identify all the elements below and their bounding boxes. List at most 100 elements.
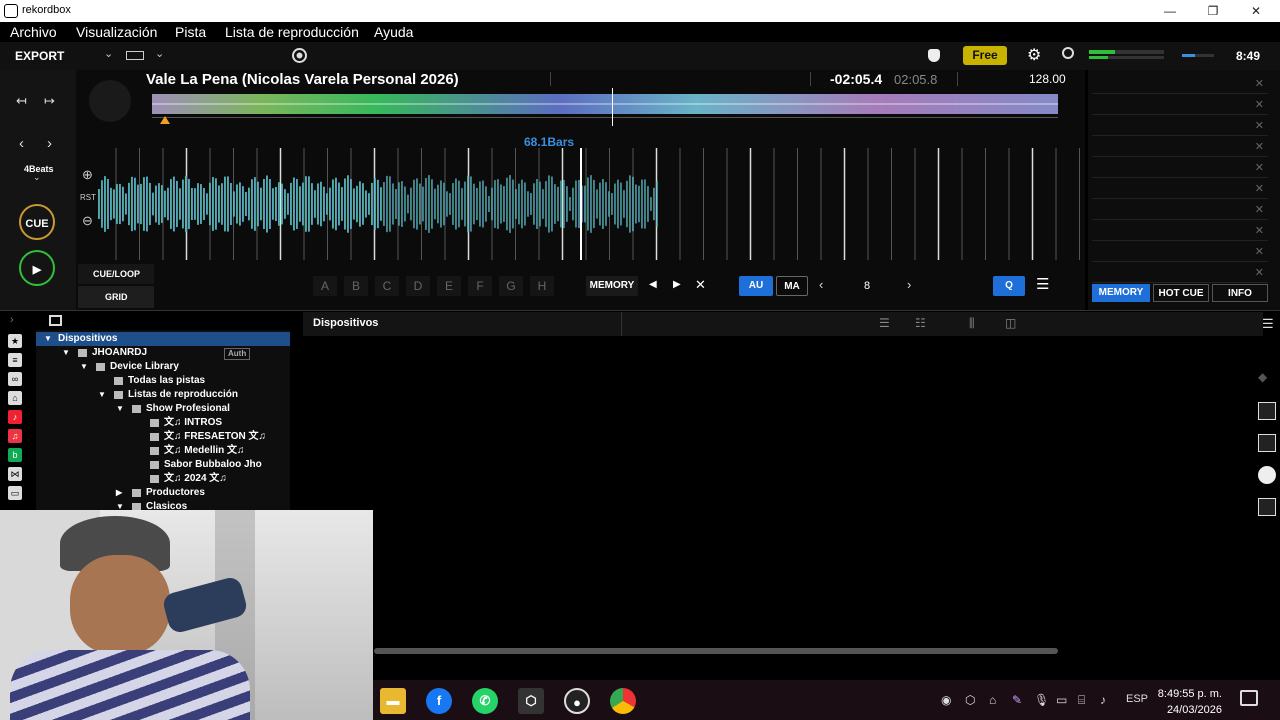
network-icon[interactable]: ⋈ [8, 467, 22, 481]
delete-cue-icon[interactable]: ✕ [1255, 98, 1264, 111]
rekordbox-icon[interactable]: ⬡ [518, 688, 544, 714]
split-view-icon[interactable]: ◫ [1005, 316, 1016, 330]
delete-cue-icon[interactable]: ✕ [1255, 77, 1264, 90]
tray-usb-icon[interactable]: ⌂ [989, 693, 996, 707]
maximize-button[interactable]: ❐ [1193, 2, 1233, 20]
hot-cue-pad-d[interactable]: D [406, 276, 430, 296]
memory-cue-row[interactable]: ✕ [1092, 221, 1268, 241]
delete-cue-icon[interactable]: ✕ [1255, 119, 1264, 132]
tree-item[interactable]: ▼ Dispositivos [36, 332, 290, 346]
delete-cue-icon[interactable]: ✕ [1255, 266, 1264, 279]
tray-pen-icon[interactable]: ✎ [1012, 693, 1022, 707]
list-view-icon[interactable]: ☰ [879, 316, 890, 330]
mode-selector[interactable]: EXPORT [15, 49, 64, 63]
chevron-right-icon[interactable]: › [47, 135, 52, 152]
explorer-icon[interactable]: ⌂ [8, 391, 22, 405]
tag-icon[interactable]: ◆ [1258, 370, 1276, 388]
collapse-icon[interactable]: ▼ [116, 500, 124, 510]
obs-icon[interactable]: ● [564, 688, 590, 714]
menu-ayuda[interactable]: Ayuda [374, 24, 413, 40]
volume-bar[interactable] [1182, 54, 1214, 57]
collapse-icon[interactable]: ▼ [44, 332, 52, 346]
menu-pista[interactable]: Pista [175, 24, 206, 40]
tray-mic-icon[interactable]: 🎙 [1034, 693, 1049, 707]
shield-icon[interactable] [928, 49, 940, 62]
close-button[interactable]: ✕ [1236, 2, 1276, 20]
facebook-icon[interactable]: f [426, 688, 452, 714]
memory-button[interactable]: MEMORY [586, 276, 638, 296]
whatsapp-icon[interactable]: ✆ [472, 688, 498, 714]
monitor-icon[interactable]: ▭ [8, 486, 22, 500]
memory-cue-row[interactable]: ✕ [1092, 200, 1268, 220]
browser-view-icon[interactable] [49, 315, 62, 326]
delete-memory-icon[interactable]: ✕ [695, 277, 706, 293]
tray-battery-icon[interactable]: ▭ [1056, 693, 1067, 707]
notification-icon[interactable] [1240, 690, 1258, 706]
auto-loop-button[interactable]: AU [739, 276, 773, 296]
beat-jump-forward-icon[interactable]: ↦ [44, 93, 55, 109]
memory-prev-icon[interactable]: ◀ [649, 279, 657, 290]
hot-cue-pad-a[interactable]: A [313, 276, 337, 296]
hot-cue-pad-g[interactable]: G [499, 276, 523, 296]
cue-button[interactable]: CUE [19, 204, 55, 240]
delete-cue-icon[interactable]: ✕ [1255, 224, 1264, 237]
panel-icon[interactable] [1258, 498, 1276, 516]
grid-tab[interactable]: GRID [78, 286, 154, 308]
memory-cue-row[interactable]: ✕ [1092, 263, 1268, 283]
expand-icon[interactable]: ▶ [116, 486, 122, 500]
hot-cue-pad-b[interactable]: B [344, 276, 368, 296]
cue-loop-tab[interactable]: CUE/LOOP [78, 264, 154, 284]
hot-cue-pad-e[interactable]: E [437, 276, 461, 296]
record-icon[interactable] [292, 48, 307, 63]
zoom-out-icon[interactable]: ⊖ [82, 213, 93, 229]
overview-waveform[interactable] [152, 90, 1058, 118]
beatport-icon[interactable]: b [8, 448, 22, 462]
system-clock[interactable]: 8:49:55 p. m. 24/03/2026 [1158, 686, 1222, 718]
tray-rekordbox-icon[interactable]: ⬡ [965, 693, 975, 707]
hot-cue-tab[interactable]: HOT CUE [1153, 284, 1209, 302]
info-icon[interactable] [1258, 466, 1276, 484]
tray-volume-icon[interactable]: ♪ [1100, 693, 1106, 707]
layout-icon[interactable] [126, 51, 144, 60]
explorer-icon[interactable] [1258, 434, 1276, 452]
delete-cue-icon[interactable]: ✕ [1255, 182, 1264, 195]
chevron-down-icon[interactable]: ⌄ [155, 47, 164, 60]
menu-archivo[interactable]: Archivo [10, 24, 57, 40]
beat-jump-back-icon[interactable]: ↤ [16, 93, 27, 109]
delete-cue-icon[interactable]: ✕ [1255, 161, 1264, 174]
music-icon[interactable]: ♪ [8, 410, 22, 424]
memory-cue-row[interactable]: ✕ [1092, 95, 1268, 115]
menu-icon[interactable]: ☰ [1262, 316, 1274, 332]
chevron-left-icon[interactable]: ‹ [819, 277, 823, 292]
hot-cue-pad-c[interactable]: C [375, 276, 399, 296]
delete-cue-icon[interactable]: ✕ [1255, 140, 1264, 153]
gear-icon[interactable]: ⚙ [1027, 45, 1041, 65]
chevron-down-icon[interactable]: ⌄ [104, 47, 113, 60]
compact-view-icon[interactable]: ☷ [915, 316, 926, 330]
chevron-right-icon[interactable]: › [907, 277, 911, 292]
link-icon[interactable]: ∞ [8, 372, 22, 386]
tray-network-icon[interactable]: ⌸ [1078, 693, 1085, 708]
chevron-left-icon[interactable]: ‹ [19, 135, 24, 152]
manual-loop-button[interactable]: MA [776, 276, 808, 296]
free-plan-button[interactable]: Free [963, 46, 1007, 65]
hot-cue-pad-f[interactable]: F [468, 276, 492, 296]
collapse-icon[interactable]: ▼ [80, 360, 88, 374]
auth-badge[interactable]: Auth [224, 348, 251, 360]
info-tab[interactable]: INFO [1212, 284, 1268, 302]
reset-zoom-button[interactable]: RST [80, 193, 96, 202]
memory-tab[interactable]: MEMORY [1092, 284, 1150, 302]
collapse-icon[interactable]: ▼ [98, 388, 106, 402]
menu-lista-reproduccion[interactable]: Lista de reproducción [225, 24, 359, 40]
memory-cue-row[interactable]: ✕ [1092, 116, 1268, 136]
delete-cue-icon[interactable]: ✕ [1255, 203, 1264, 216]
menu-visualizacion[interactable]: Visualización [76, 24, 157, 40]
list-icon[interactable]: ≡ [8, 353, 22, 367]
delete-cue-icon[interactable]: ✕ [1255, 245, 1264, 258]
main-waveform[interactable] [96, 148, 1080, 260]
link-icon[interactable] [1258, 402, 1276, 420]
memory-cue-row[interactable]: ✕ [1092, 158, 1268, 178]
chrome-icon[interactable] [610, 688, 636, 714]
tray-obs-icon[interactable]: ◉ [941, 693, 951, 707]
chevron-right-icon[interactable]: › [10, 314, 14, 326]
